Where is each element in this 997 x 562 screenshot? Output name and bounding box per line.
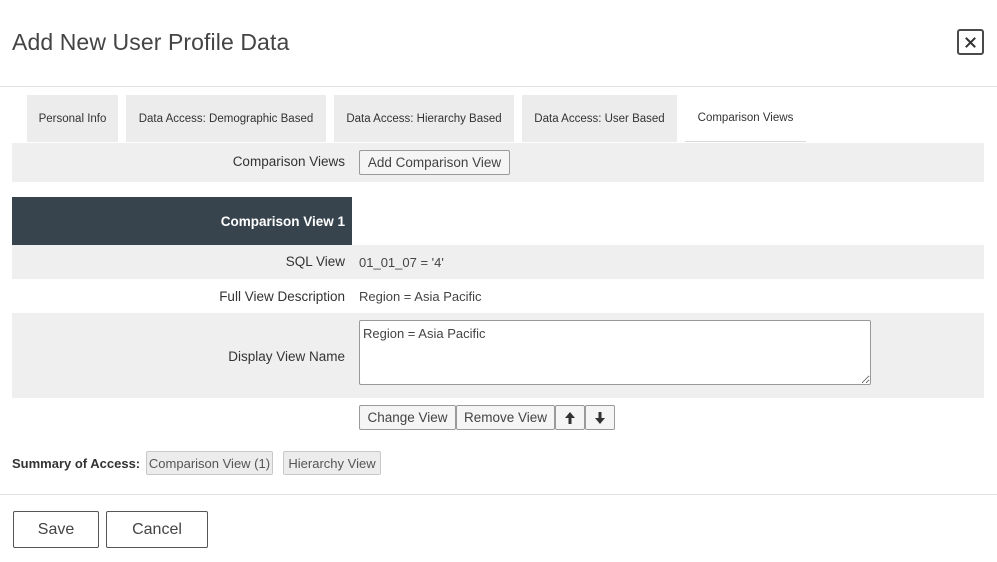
tab-label: Data Access: Demographic Based <box>138 112 314 125</box>
tab-label: Data Access: Hierarchy Based <box>346 112 502 125</box>
tab-comparison-views[interactable]: Comparison Views <box>685 95 806 142</box>
sql-view-value: 01_01_07 = '4' <box>359 255 444 270</box>
move-down-button[interactable] <box>585 405 615 430</box>
display-name-label: Display View Name <box>228 349 345 364</box>
tab-label: Personal Info <box>38 112 107 125</box>
footer-divider <box>0 494 997 495</box>
close-button[interactable] <box>957 29 984 55</box>
remove-view-button[interactable]: Remove View <box>456 405 555 430</box>
comparison-view-title: Comparison View 1 <box>220 213 345 229</box>
tab-label: Data Access: User Based <box>534 112 665 125</box>
change-view-button[interactable]: Change View <box>359 405 456 430</box>
sql-view-label: SQL View <box>285 254 345 269</box>
full-description-value: Region = Asia Pacific <box>359 289 482 304</box>
summary-chip-comparison-view[interactable]: Comparison View (1) <box>146 451 273 475</box>
summary-of-access-label: Summary of Access: <box>12 456 141 471</box>
tab-label: Comparison Views <box>697 112 794 124</box>
tab-personal-info[interactable]: Personal Info <box>27 95 118 142</box>
cancel-button[interactable]: Cancel <box>106 511 208 548</box>
tab-demographic-based[interactable]: Data Access: Demographic Based <box>126 95 326 142</box>
tab-hierarchy-based[interactable]: Data Access: Hierarchy Based <box>334 95 514 142</box>
move-up-button[interactable] <box>555 405 585 430</box>
full-description-label: Full View Description <box>219 289 345 304</box>
add-comparison-view-button[interactable]: Add Comparison View <box>359 150 510 175</box>
full-description-row: Full View Description Region = Asia Paci… <box>12 279 984 313</box>
comparison-views-label: Comparison Views <box>232 154 345 169</box>
arrow-up-icon <box>565 411 575 424</box>
comparison-view-header: Comparison View 1 <box>12 197 352 245</box>
summary-chip-hierarchy-view[interactable]: Hierarchy View <box>283 451 381 475</box>
tab-user-based[interactable]: Data Access: User Based <box>522 95 677 142</box>
sql-view-row: SQL View 01_01_07 = '4' <box>12 245 984 279</box>
display-view-name-input[interactable]: Region = Asia Pacific <box>359 320 871 385</box>
arrow-down-icon <box>595 411 605 424</box>
save-button[interactable]: Save <box>13 511 99 548</box>
dialog-title: Add New User Profile Data <box>12 29 290 55</box>
comparison-views-row: Comparison Views Add Comparison View <box>12 143 984 182</box>
close-icon <box>965 36 976 48</box>
dialog-header: Add New User Profile Data <box>0 0 997 87</box>
